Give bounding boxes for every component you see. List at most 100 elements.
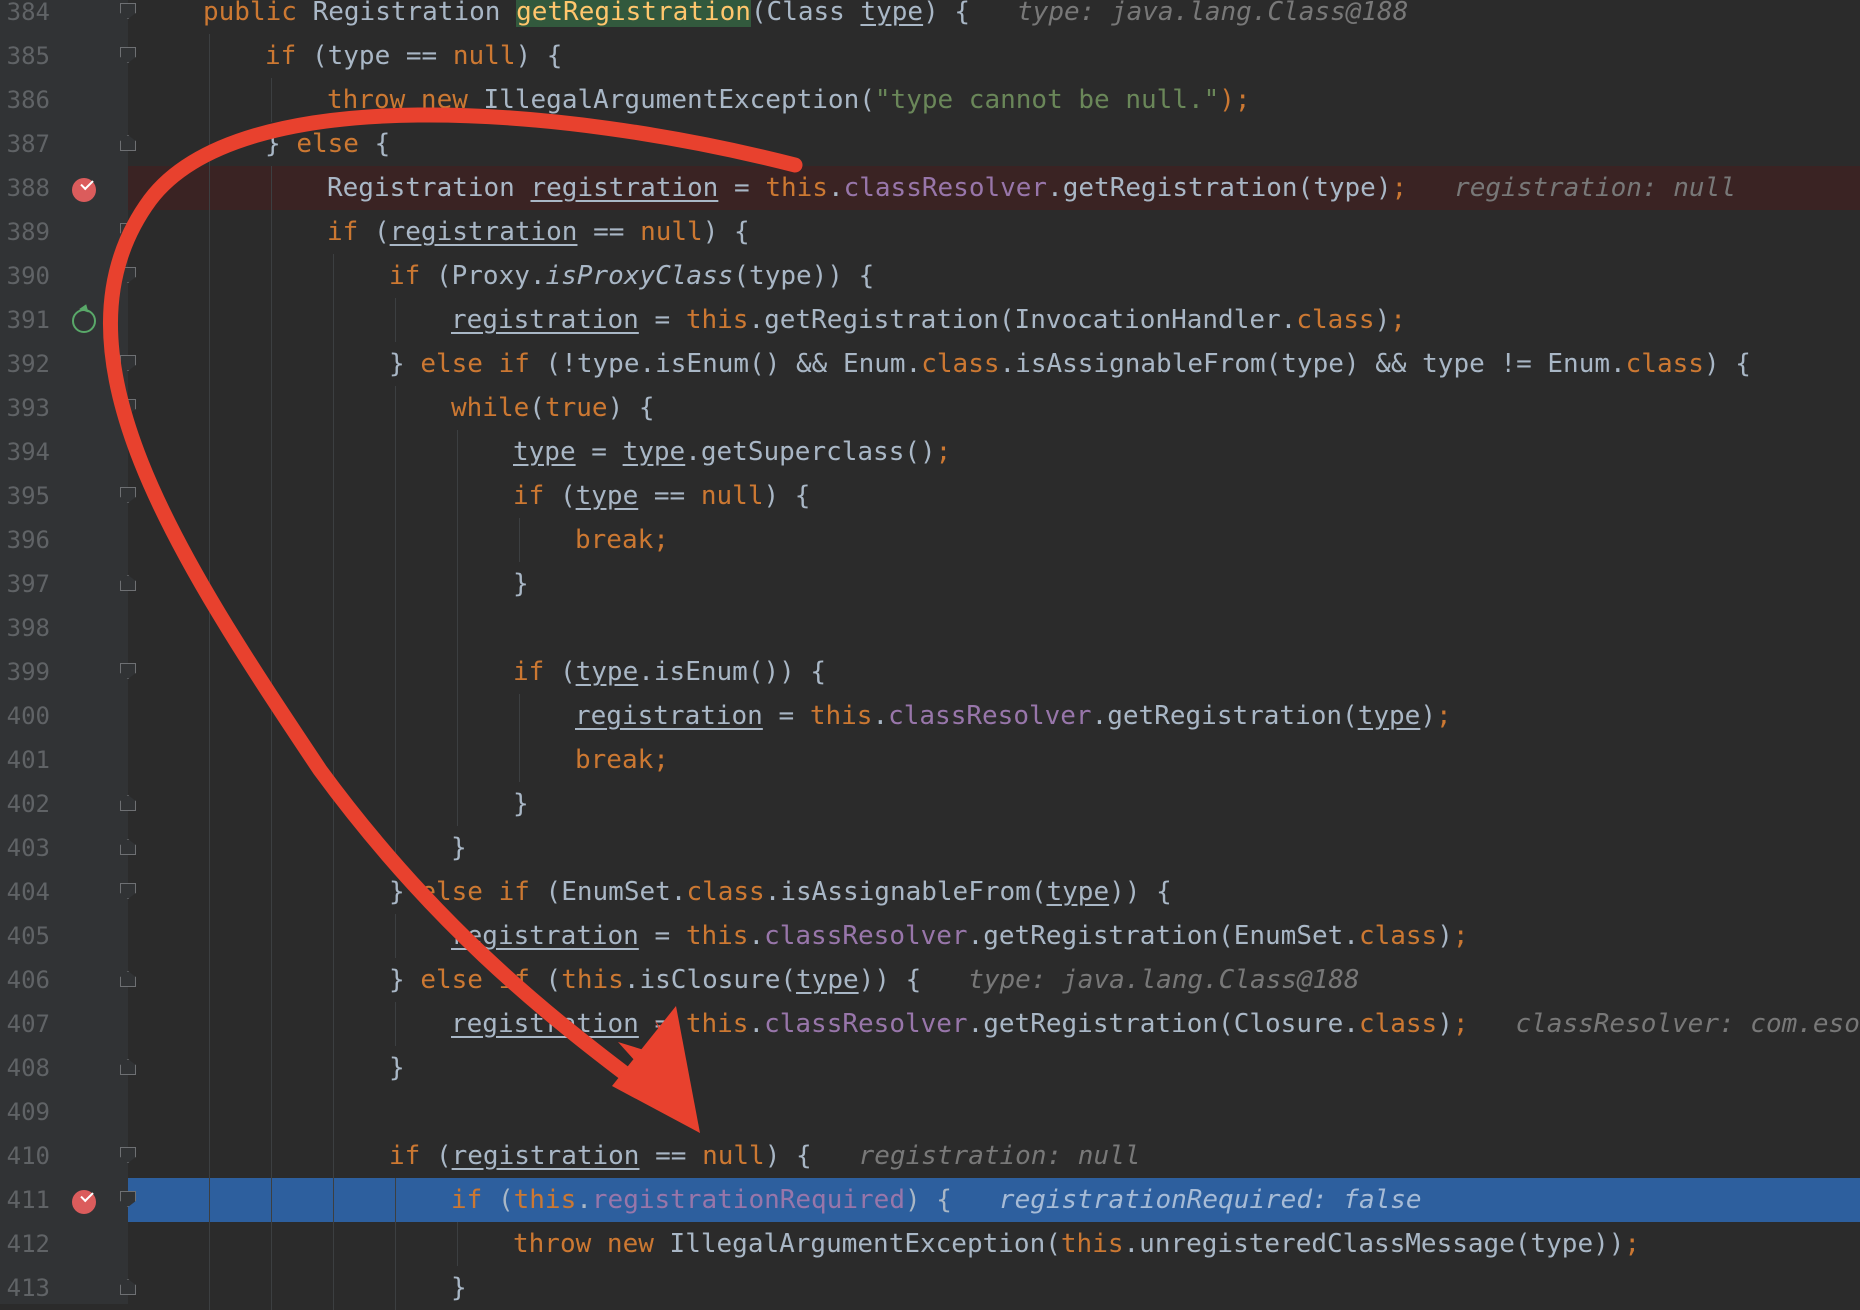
code-line-408[interactable]: } 408 — [0, 1046, 1860, 1090]
code-text[interactable]: } — [513, 782, 529, 826]
code-text[interactable]: throw new IllegalArgumentException("type… — [327, 78, 1251, 122]
code-line-395[interactable]: if (type == null) { 395 — [0, 474, 1860, 518]
line-number[interactable]: 410 — [0, 1134, 50, 1178]
code-line-area[interactable] — [128, 1090, 1860, 1134]
line-number[interactable]: 388 — [0, 166, 50, 210]
code-line-406[interactable]: } else if (this.isClosure(type)) { type:… — [0, 958, 1860, 1002]
code-line-area[interactable]: break; — [128, 738, 1860, 782]
code-line-area[interactable]: registration = this.getRegistration(Invo… — [128, 298, 1860, 342]
code-line-384[interactable]: public Registration getRegistration(Clas… — [0, 0, 1860, 34]
code-line-area[interactable]: registration = this.classResolver.getReg… — [128, 914, 1860, 958]
code-line-385[interactable]: if (type == null) { 385 — [0, 34, 1860, 78]
code-text[interactable]: } — [389, 1046, 405, 1090]
code-line-area[interactable]: } — [128, 562, 1860, 606]
code-text[interactable]: if (registration == null) { — [327, 210, 750, 254]
line-number[interactable]: 401 — [0, 738, 50, 782]
code-text[interactable]: type = type.getSuperclass(); — [513, 430, 951, 474]
line-number[interactable]: 395 — [0, 474, 50, 518]
code-text[interactable]: public Registration getRegistration(Clas… — [203, 0, 1408, 34]
code-editor[interactable]: public Registration getRegistration(Clas… — [0, 0, 1860, 1310]
code-line-404[interactable]: } else if (EnumSet.class.isAssignableFro… — [0, 870, 1860, 914]
code-line-413[interactable]: } 413 — [0, 1266, 1860, 1310]
line-number[interactable]: 403 — [0, 826, 50, 870]
code-line-area[interactable]: } — [128, 1046, 1860, 1090]
breakpoint-checked-icon[interactable] — [72, 1190, 96, 1214]
code-text[interactable]: registration = this.classResolver.getReg… — [451, 1002, 1860, 1046]
code-line-area[interactable]: } else { — [128, 122, 1860, 166]
line-number[interactable]: 393 — [0, 386, 50, 430]
code-line-area[interactable]: } — [128, 1266, 1860, 1310]
code-line-area[interactable]: public Registration getRegistration(Clas… — [128, 0, 1860, 34]
line-number[interactable]: 397 — [0, 562, 50, 606]
code-line-area[interactable]: throw new IllegalArgumentException("type… — [128, 78, 1860, 122]
code-line-area[interactable]: registration = this.classResolver.getReg… — [128, 694, 1860, 738]
code-line-398[interactable]: 398 — [0, 606, 1860, 650]
code-text[interactable]: } else if (this.isClosure(type)) { type:… — [389, 958, 1360, 1002]
code-line-area[interactable]: } — [128, 782, 1860, 826]
code-line-412[interactable]: throw new IllegalArgumentException(this.… — [0, 1222, 1860, 1266]
line-number[interactable]: 390 — [0, 254, 50, 298]
breakpoint-checked-icon[interactable] — [72, 178, 96, 202]
line-number[interactable]: 408 — [0, 1046, 50, 1090]
code-line-area[interactable]: } — [128, 826, 1860, 870]
code-line-388[interactable]: Registration registration = this.classRe… — [0, 166, 1860, 210]
code-line-area[interactable]: throw new IllegalArgumentException(this.… — [128, 1222, 1860, 1266]
code-line-area[interactable]: if (type == null) { — [128, 34, 1860, 78]
code-text[interactable]: registration = this.classResolver.getReg… — [451, 914, 1469, 958]
code-line-392[interactable]: } else if (!type.isEnum() && Enum.class.… — [0, 342, 1860, 386]
code-line-area[interactable] — [128, 606, 1860, 650]
code-line-area[interactable]: if (registration == null) { registration… — [128, 1134, 1860, 1178]
code-line-area[interactable]: } else if (!type.isEnum() && Enum.class.… — [128, 342, 1860, 386]
code-line-410[interactable]: if (registration == null) { registration… — [0, 1134, 1860, 1178]
code-line-409[interactable]: 409 — [0, 1090, 1860, 1134]
code-line-411[interactable]: if (this.registrationRequired) { registr… — [0, 1178, 1860, 1222]
line-number[interactable]: 402 — [0, 782, 50, 826]
code-line-402[interactable]: } 402 — [0, 782, 1860, 826]
code-text[interactable]: if (type == null) { — [265, 34, 562, 78]
code-line-394[interactable]: type = type.getSuperclass(); 394 — [0, 430, 1860, 474]
code-text[interactable]: if (Proxy.isProxyClass(type)) { — [389, 254, 874, 298]
line-number[interactable]: 406 — [0, 958, 50, 1002]
code-line-387[interactable]: } else { 387 — [0, 122, 1860, 166]
line-number[interactable]: 391 — [0, 298, 50, 342]
code-line-area[interactable]: } else if (this.isClosure(type)) { type:… — [128, 958, 1860, 1002]
code-text[interactable]: registration = this.getRegistration(Invo… — [451, 298, 1406, 342]
code-text[interactable]: break; — [575, 518, 669, 562]
code-line-386[interactable]: throw new IllegalArgumentException("type… — [0, 78, 1860, 122]
line-number[interactable]: 399 — [0, 650, 50, 694]
code-text[interactable]: Registration registration = this.classRe… — [327, 166, 1736, 210]
line-number[interactable]: 411 — [0, 1178, 50, 1222]
code-line-396[interactable]: break; 396 — [0, 518, 1860, 562]
code-line-400[interactable]: registration = this.classResolver.getReg… — [0, 694, 1860, 738]
code-text[interactable]: } — [451, 1266, 467, 1310]
code-text[interactable]: } else { — [265, 122, 390, 166]
code-text[interactable]: } else if (EnumSet.class.isAssignableFro… — [389, 870, 1172, 914]
code-line-area[interactable]: Registration registration = this.classRe… — [128, 166, 1860, 210]
code-text[interactable]: if (type.isEnum()) { — [513, 650, 826, 694]
code-text[interactable]: } — [513, 562, 529, 606]
code-line-area[interactable]: registration = this.classResolver.getReg… — [128, 1002, 1860, 1046]
code-text[interactable]: if (type == null) { — [513, 474, 810, 518]
line-number[interactable]: 404 — [0, 870, 50, 914]
code-line-area[interactable]: } else if (EnumSet.class.isAssignableFro… — [128, 870, 1860, 914]
code-text[interactable]: } else if (!type.isEnum() && Enum.class.… — [389, 342, 1751, 386]
breakpoint-run-to-cursor-icon[interactable] — [72, 309, 96, 333]
code-line-403[interactable]: } 403 — [0, 826, 1860, 870]
code-line-area[interactable]: if (Proxy.isProxyClass(type)) { — [128, 254, 1860, 298]
line-number[interactable]: 396 — [0, 518, 50, 562]
code-text[interactable]: break; — [575, 738, 669, 782]
line-number[interactable]: 384 — [0, 0, 50, 34]
line-number[interactable]: 409 — [0, 1090, 50, 1134]
code-line-407[interactable]: registration = this.classResolver.getReg… — [0, 1002, 1860, 1046]
line-number[interactable]: 412 — [0, 1222, 50, 1266]
code-text[interactable]: while(true) { — [451, 386, 655, 430]
code-line-393[interactable]: while(true) { 393 — [0, 386, 1860, 430]
code-text[interactable]: } — [451, 826, 467, 870]
line-number[interactable]: 387 — [0, 122, 50, 166]
code-line-area[interactable]: if (this.registrationRequired) { registr… — [128, 1178, 1860, 1222]
line-number[interactable]: 385 — [0, 34, 50, 78]
line-number[interactable]: 389 — [0, 210, 50, 254]
code-line-391[interactable]: registration = this.getRegistration(Invo… — [0, 298, 1860, 342]
code-line-area[interactable]: if (registration == null) { — [128, 210, 1860, 254]
line-number[interactable]: 413 — [0, 1266, 50, 1310]
